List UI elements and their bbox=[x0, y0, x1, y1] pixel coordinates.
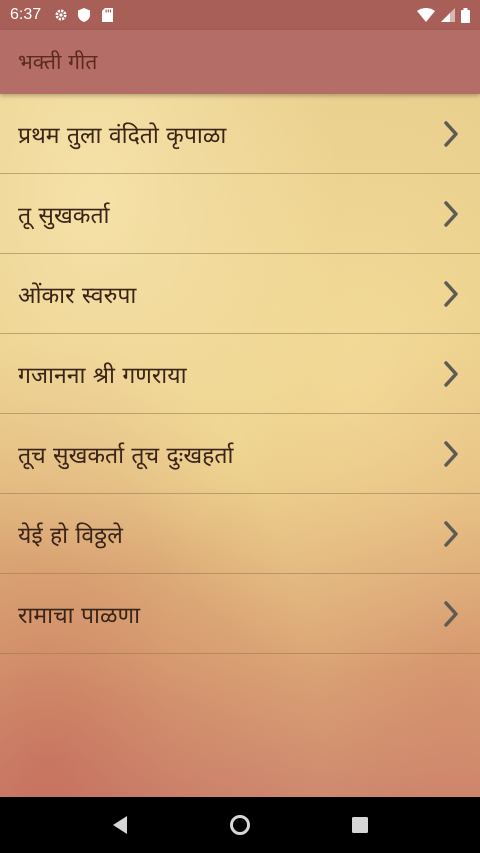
list-item-label: गजानना श्री गणराया bbox=[18, 362, 187, 389]
song-list: प्रथम तुला वंदितो कृपाळा तू सुखकर्ता ओंक… bbox=[0, 94, 480, 654]
list-item[interactable]: रामाचा पाळणा bbox=[0, 574, 480, 654]
cellular-signal-icon bbox=[441, 8, 455, 22]
chevron-right-icon bbox=[440, 439, 462, 469]
home-icon[interactable] bbox=[220, 805, 260, 845]
recents-icon[interactable] bbox=[340, 805, 380, 845]
list-item[interactable]: तू सुखकर्ता bbox=[0, 174, 480, 254]
chevron-right-icon bbox=[440, 359, 462, 389]
chevron-right-icon bbox=[440, 199, 462, 229]
list-item-label: प्रथम तुला वंदितो कृपाळा bbox=[18, 122, 227, 149]
list-item-label: ओंकार स्वरुपा bbox=[18, 282, 137, 309]
list-item[interactable]: प्रथम तुला वंदितो कृपाळा bbox=[0, 94, 480, 174]
song-list-background: प्रथम तुला वंदितो कृपाळा तू सुखकर्ता ओंक… bbox=[0, 94, 480, 797]
list-item-label: येई हो विठ्ठले bbox=[18, 522, 123, 549]
chevron-right-icon bbox=[440, 279, 462, 309]
list-item-label: तू सुखकर्ता bbox=[18, 202, 110, 229]
status-time: 6:37 bbox=[10, 6, 42, 23]
navigation-bar bbox=[0, 797, 480, 853]
page-title: भक्ती गीत bbox=[18, 50, 98, 74]
wifi-icon bbox=[417, 8, 435, 22]
chevron-right-icon bbox=[440, 119, 462, 149]
app-bar: भक्ती गीत bbox=[0, 30, 480, 94]
list-item[interactable]: गजानना श्री गणराया bbox=[0, 334, 480, 414]
list-item-label: तूच सुखकर्ता तूच दुःखहर्ता bbox=[18, 442, 234, 469]
list-item[interactable]: येई हो विठ्ठले bbox=[0, 494, 480, 574]
battery-icon bbox=[461, 7, 470, 23]
list-item[interactable]: ओंकार स्वरुपा bbox=[0, 254, 480, 334]
back-icon[interactable] bbox=[100, 805, 140, 845]
sd-card-icon bbox=[100, 8, 114, 22]
chevron-right-icon bbox=[440, 519, 462, 549]
shield-icon bbox=[77, 8, 91, 22]
chevron-right-icon bbox=[440, 599, 462, 629]
list-item[interactable]: तूच सुखकर्ता तूच दुःखहर्ता bbox=[0, 414, 480, 494]
list-item-label: रामाचा पाळणा bbox=[18, 602, 141, 629]
gear-icon bbox=[54, 8, 68, 22]
status-bar: 6:37 bbox=[0, 0, 480, 30]
